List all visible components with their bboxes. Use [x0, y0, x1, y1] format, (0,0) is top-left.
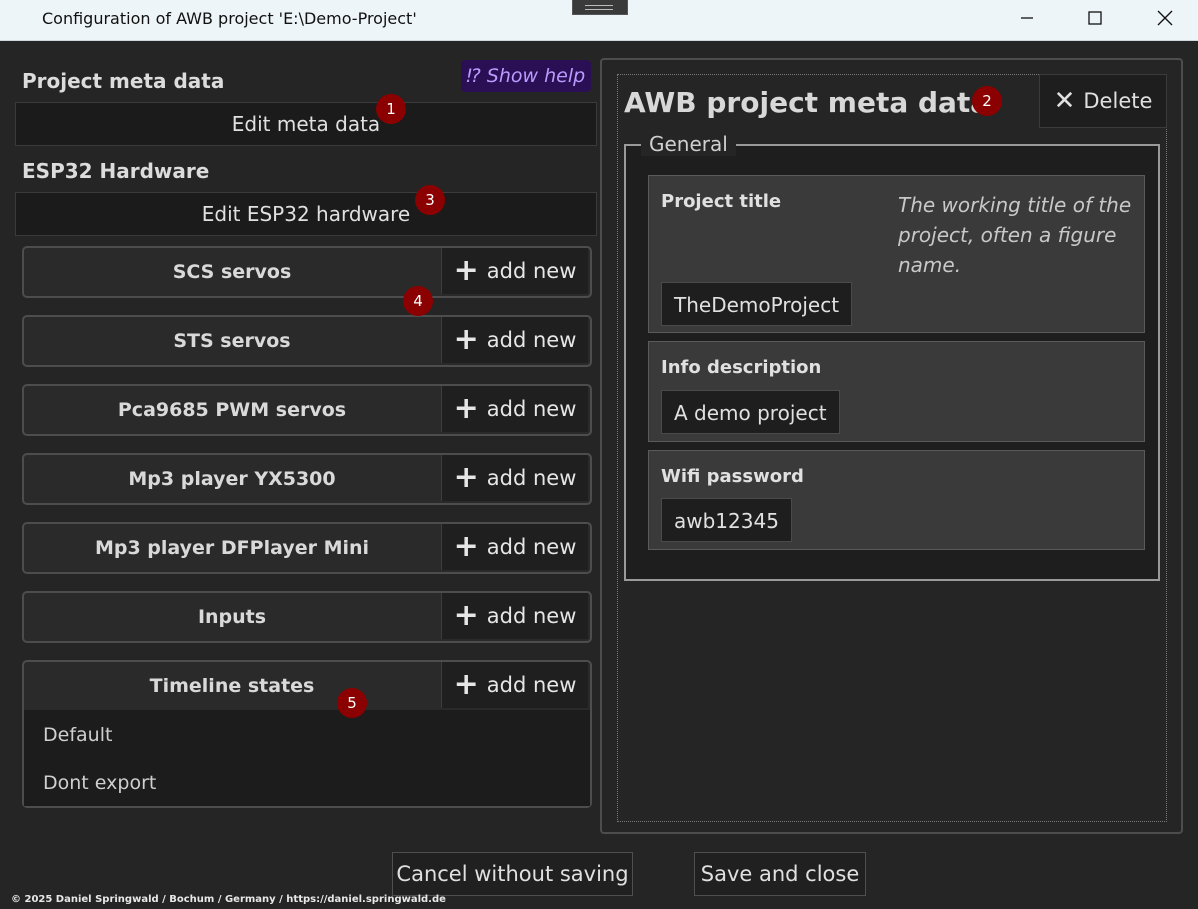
group-title: Pca9685 PWM servos: [117, 399, 347, 421]
add-new-button[interactable]: + add new: [441, 386, 588, 432]
callout-badge-5: 5: [337, 688, 367, 718]
snap-handle[interactable]: [572, 0, 628, 15]
info-description-field: Info description A demo project: [648, 341, 1145, 442]
project-title-field: Project title The working title of the p…: [648, 175, 1145, 333]
close-button[interactable]: [1142, 0, 1188, 36]
close-icon: [1157, 10, 1173, 26]
save-and-close-button[interactable]: Save and close: [694, 852, 866, 896]
callout-badge-3: 3: [415, 185, 445, 215]
panel-title: AWB project meta data: [624, 86, 990, 119]
add-new-button[interactable]: + add new: [441, 248, 588, 294]
project-meta-heading: Project meta data: [22, 69, 225, 93]
plus-icon: +: [453, 391, 479, 426]
group-mp3-yx5300: Mp3 player YX5300 + add new: [22, 453, 592, 505]
group-inputs: Inputs + add new: [22, 591, 592, 643]
group-mp3-dfplayer-mini: Mp3 player DFPlayer Mini + add new: [22, 522, 592, 574]
esp32-hardware-heading: ESP32 Hardware: [22, 159, 210, 183]
show-help-button[interactable]: ⁉ Show help: [461, 60, 591, 92]
plus-icon: +: [453, 667, 479, 702]
copyright-footer: © 2025 Daniel Springwald / Bochum / Germ…: [11, 894, 446, 905]
plus-icon: +: [453, 253, 479, 288]
maximize-button[interactable]: [1072, 0, 1118, 36]
plus-icon: +: [453, 322, 479, 357]
callout-badge-4: 4: [403, 286, 433, 316]
plus-icon: +: [453, 460, 479, 495]
add-new-button[interactable]: + add new: [441, 455, 588, 501]
cancel-button[interactable]: Cancel without saving: [392, 852, 633, 896]
wifi-password-input[interactable]: awb12345: [661, 498, 792, 542]
group-title: SCS servos: [172, 261, 292, 283]
group-title: STS servos: [173, 330, 291, 352]
window-title: Configuration of AWB project 'E:\Demo-Pr…: [42, 9, 417, 28]
group-timeline-states: Timeline states + add new Default Dont ex…: [22, 660, 592, 808]
list-item[interactable]: Dont export: [43, 772, 156, 794]
add-new-label: add new: [486, 259, 577, 283]
title-bar: Configuration of AWB project 'E:\Demo-Pr…: [0, 0, 1198, 41]
minimize-icon: [1021, 17, 1033, 19]
group-title: Inputs: [197, 606, 267, 628]
group-sts-servos: STS servos + add new: [22, 315, 592, 367]
wifi-password-field: Wifi password awb12345: [648, 450, 1145, 550]
close-x-icon: ✕: [1053, 86, 1076, 116]
add-new-button[interactable]: + add new: [441, 524, 588, 570]
callout-badge-2: 2: [972, 86, 1002, 116]
field-hint: The working title of the project, often …: [898, 193, 1132, 277]
delete-button[interactable]: ✕ Delete: [1039, 74, 1167, 128]
delete-label: Delete: [1083, 89, 1153, 113]
field-label: Project title: [661, 191, 782, 212]
add-new-label: add new: [486, 535, 577, 559]
add-new-label: add new: [486, 397, 577, 421]
group-title: Mp3 player DFPlayer Mini: [94, 537, 370, 559]
edit-esp32-hardware-button[interactable]: Edit ESP32 hardware: [15, 192, 597, 236]
plus-icon: +: [453, 529, 479, 564]
add-new-label: add new: [486, 673, 577, 697]
info-description-input[interactable]: A demo project: [661, 390, 840, 434]
maximize-icon: [1088, 11, 1102, 25]
add-new-button[interactable]: + add new: [441, 593, 588, 639]
project-title-input[interactable]: TheDemoProject: [661, 282, 853, 326]
add-new-label: add new: [486, 604, 577, 628]
minimize-button[interactable]: [1004, 0, 1050, 36]
add-new-button[interactable]: + add new: [441, 317, 588, 363]
add-new-label: add new: [486, 466, 577, 490]
add-new-label: add new: [486, 328, 577, 352]
field-label: Info description: [661, 357, 822, 378]
list-item[interactable]: Default: [43, 724, 112, 746]
field-label: Wifi password: [661, 466, 804, 487]
add-new-button[interactable]: + add new: [441, 662, 588, 708]
edit-meta-data-button[interactable]: Edit meta data: [15, 102, 597, 146]
group-pca9685-pwm-servos: Pca9685 PWM servos + add new: [22, 384, 592, 436]
callout-badge-1: 1: [376, 94, 406, 124]
group-title: Mp3 player YX5300: [128, 468, 336, 490]
timeline-states-list: Default Dont export: [24, 710, 590, 806]
plus-icon: +: [453, 598, 479, 633]
general-legend: General: [641, 132, 736, 156]
group-scs-servos: SCS servos + add new: [22, 246, 592, 298]
group-title: Timeline states: [149, 675, 315, 697]
